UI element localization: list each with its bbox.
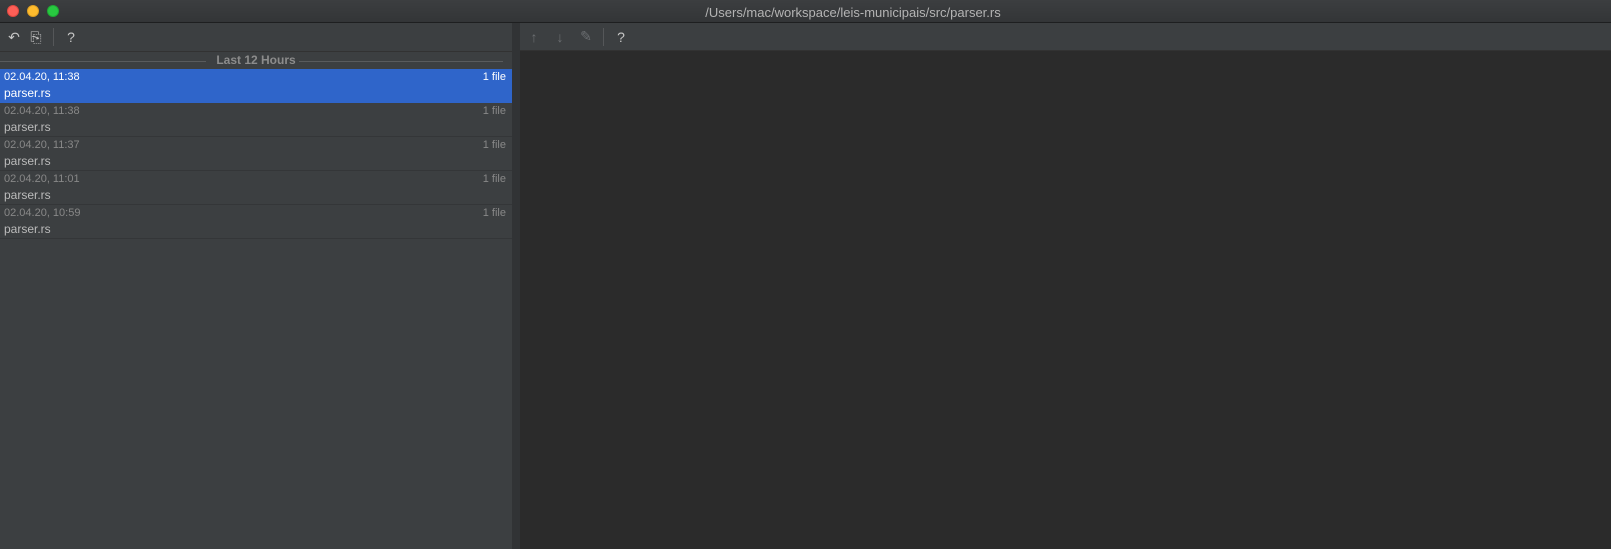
row-timestamp: 02.04.20, 10:59 — [4, 207, 81, 219]
history-row[interactable]: 02.04.20, 11:37 1 file parser.rs — [0, 137, 512, 171]
row-file-name: parser.rs — [4, 222, 51, 236]
diff-toolbar: ↑ ↓ ✎ ? — [520, 23, 1611, 51]
toolbar-separator — [603, 27, 604, 46]
row-file-count: 1 file — [482, 173, 506, 185]
history-row[interactable]: 02.04.20, 10:59 1 file parser.rs — [0, 205, 512, 239]
toolbar-separator — [53, 28, 54, 46]
ide-window: /Users/mac/workspace/leis-municipais/src… — [0, 0, 1611, 549]
window-title: /Users/mac/workspace/leis-municipais/src… — [705, 5, 1001, 20]
revert-icon[interactable]: ↶ — [3, 26, 25, 48]
edit-source-icon[interactable]: ✎ — [575, 26, 597, 48]
help-button[interactable]: ? — [610, 26, 632, 48]
history-row[interactable]: 02.04.20, 11:38 1 file parser.rs — [0, 103, 512, 137]
panel-splitter[interactable] — [512, 23, 520, 549]
row-file-count: 1 file — [482, 139, 506, 151]
row-file-count: 1 file — [482, 105, 506, 117]
row-file-name: parser.rs — [4, 154, 51, 168]
row-timestamp: 02.04.20, 11:38 — [4, 71, 80, 83]
title-bar: /Users/mac/workspace/leis-municipais/src… — [0, 0, 1611, 23]
next-difference-icon[interactable]: ↓ — [549, 26, 571, 48]
row-timestamp: 02.04.20, 11:38 — [4, 105, 80, 117]
row-file-count: 1 file — [482, 71, 506, 83]
row-timestamp: 02.04.20, 11:01 — [4, 173, 80, 185]
history-toolbar: ↶ ⎘ ? — [0, 23, 512, 51]
history-panel: ↶ ⎘ ? Last 12 Hours 02.04.20, 11:38 1 fi… — [0, 23, 512, 549]
group-label: Last 12 Hours — [213, 53, 299, 67]
row-file-name: parser.rs — [4, 120, 51, 134]
help-button[interactable]: ? — [60, 26, 82, 48]
history-group-header: Last 12 Hours — [0, 51, 512, 69]
history-list: 02.04.20, 11:38 1 file parser.rs 02.04.2… — [0, 69, 512, 239]
row-file-name: parser.rs — [4, 188, 51, 202]
history-row[interactable]: 02.04.20, 11:38 1 file parser.rs — [0, 69, 512, 103]
row-timestamp: 02.04.20, 11:37 — [4, 139, 80, 151]
diff-panel: ↑ ↓ ✎ ? — [520, 23, 1611, 549]
row-file-count: 1 file — [482, 207, 506, 219]
show-diff-icon[interactable]: ⎘ — [25, 26, 47, 48]
previous-difference-icon[interactable]: ↑ — [523, 26, 545, 48]
history-row[interactable]: 02.04.20, 11:01 1 file parser.rs — [0, 171, 512, 205]
row-file-name: parser.rs — [4, 86, 51, 100]
